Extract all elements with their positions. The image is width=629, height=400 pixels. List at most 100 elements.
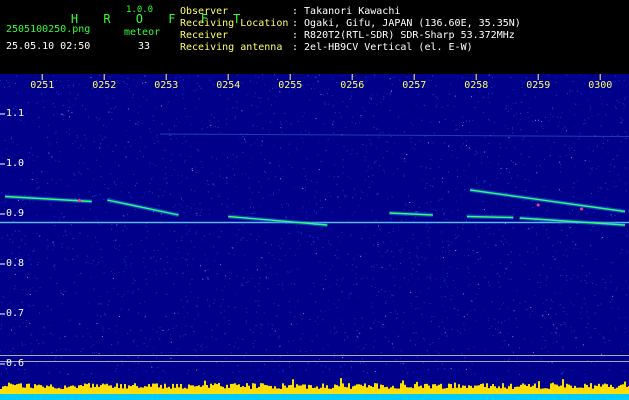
meter-bar [162, 388, 164, 394]
noise-dot [271, 358, 273, 360]
noise-dot [522, 199, 524, 201]
noise-dot [18, 252, 20, 254]
noise-dot [562, 347, 564, 349]
noise-dot [450, 368, 452, 370]
meter-bar [280, 388, 282, 394]
noise-dot [52, 242, 54, 244]
noise-dot [478, 236, 480, 238]
meter-bar [334, 384, 336, 394]
meter-bar [126, 388, 128, 394]
noise-dot [230, 352, 232, 354]
noise-dot [264, 229, 266, 231]
noise-dot [611, 307, 613, 309]
noise-dot [610, 262, 612, 264]
noise-dot [559, 121, 561, 123]
meter-bar [566, 383, 568, 394]
noise-dot [201, 346, 203, 348]
noise-dot [453, 279, 454, 281]
noise-dot [121, 76, 123, 78]
noise-dot [416, 356, 418, 358]
noise-dot [302, 333, 304, 334]
noise-dot [410, 141, 412, 143]
meter-bar [106, 383, 108, 394]
noise-dot [48, 143, 50, 145]
noise-dot [570, 327, 572, 329]
noise-dot [600, 303, 602, 305]
noise-dot [61, 243, 63, 245]
noise-dot [504, 343, 506, 345]
noise-dot [322, 247, 324, 249]
noise-dot [317, 323, 319, 325]
noise-dot [623, 108, 625, 109]
noise-dot [432, 142, 434, 144]
noise-dot [418, 263, 420, 265]
meter-bar [124, 384, 126, 394]
meter-bar [384, 387, 386, 394]
noise-dot [202, 167, 204, 169]
noise-dot [228, 253, 230, 254]
meter-bar [526, 386, 528, 394]
noise-dot [196, 305, 198, 307]
noise-dot [210, 125, 212, 126]
meter-bar [380, 384, 382, 394]
noise-dot [142, 196, 144, 198]
noise-dot [111, 344, 113, 345]
noise-dot [185, 259, 187, 261]
noise-dot [156, 356, 157, 358]
noise-dot [527, 214, 529, 216]
meter-bar [232, 383, 234, 394]
noise-dot [557, 116, 558, 118]
noise-dot [159, 189, 161, 191]
noise-dot [300, 132, 302, 134]
noise-dot [498, 163, 499, 165]
noise-dot [335, 82, 337, 83]
noise-dot [345, 197, 347, 199]
noise-dot [29, 322, 31, 324]
noise-dot [90, 336, 92, 338]
noise-dot [404, 158, 406, 160]
meter-bar [360, 384, 362, 394]
noise-dot [519, 302, 521, 304]
noise-dot [73, 259, 75, 260]
noise-dot [342, 172, 344, 174]
noise-dot [121, 182, 123, 184]
noise-dot [373, 244, 375, 246]
noise-dot [405, 219, 407, 221]
noise-dot [336, 279, 338, 281]
noise-dot [343, 277, 345, 279]
meter-bar [14, 385, 16, 394]
noise-dot [464, 357, 466, 359]
noise-dot [175, 258, 177, 260]
noise-dot [345, 127, 347, 128]
noise-dot [115, 248, 117, 250]
noise-dot [193, 90, 195, 92]
noise-dot [111, 118, 113, 120]
noise-dot [310, 350, 312, 352]
noise-dot [187, 312, 189, 314]
noise-dot [299, 244, 301, 246]
noise-dot [187, 253, 189, 255]
noise-dot [381, 266, 383, 268]
noise-dot [173, 231, 175, 232]
noise-dot [317, 316, 319, 318]
noise-dot [546, 233, 548, 235]
noise-dot [288, 143, 290, 145]
noise-dot [446, 273, 448, 274]
noise-dot [100, 248, 102, 250]
noise-dot [500, 172, 502, 174]
noise-dot [325, 150, 327, 151]
noise-dot [130, 196, 132, 198]
noise-dot [197, 150, 199, 152]
noise-dot [323, 94, 325, 96]
meter-bar [376, 383, 378, 394]
meter-bar [186, 388, 188, 394]
noise-dot [186, 233, 188, 235]
noise-dot [18, 230, 20, 232]
noise-dot [9, 239, 11, 240]
noise-dot [108, 328, 110, 330]
noise-dot [282, 369, 284, 371]
noise-dot [281, 204, 283, 206]
noise-dot [346, 106, 348, 107]
noise-dot [170, 341, 172, 343]
noise-dot [98, 353, 100, 355]
